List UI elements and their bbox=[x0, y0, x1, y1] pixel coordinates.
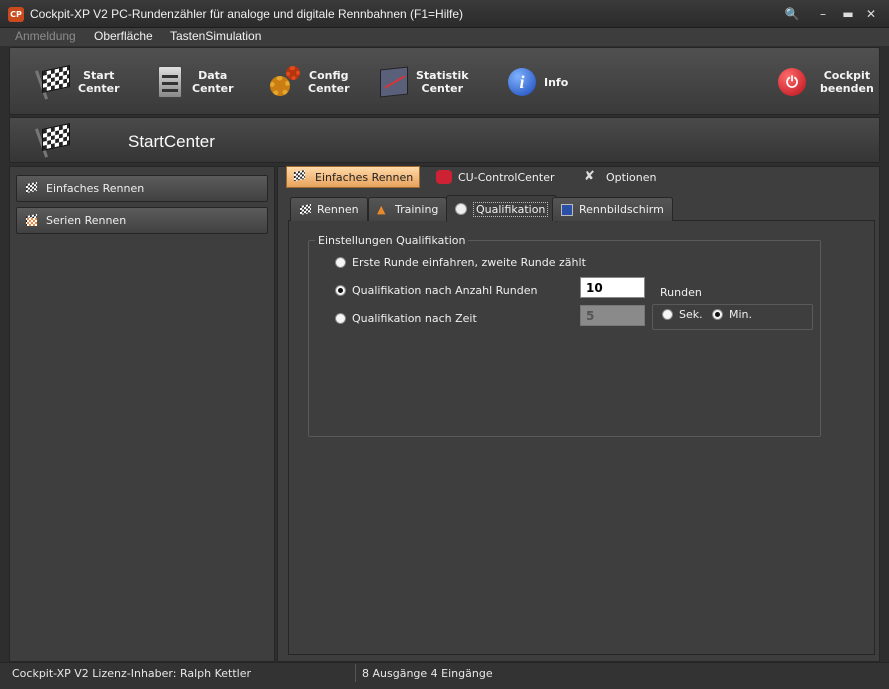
config-center-button[interactable]: Config Center bbox=[268, 58, 350, 106]
close-button[interactable]: ✕ bbox=[861, 4, 881, 24]
tab-rennen[interactable]: Rennen bbox=[290, 197, 368, 221]
monitor-icon bbox=[561, 203, 573, 216]
radio-label: Erste Runde einfahren, zweite Runde zähl… bbox=[352, 256, 586, 269]
search-icon[interactable]: 🔍 bbox=[782, 4, 802, 24]
cockpit-beenden-label-2: beenden bbox=[820, 82, 874, 95]
sidebar-item-label: Serien Rennen bbox=[46, 214, 127, 227]
tab-qualifikation[interactable]: Qualifikation bbox=[446, 195, 558, 222]
laps-input[interactable]: 10 bbox=[580, 277, 645, 298]
server-icon bbox=[152, 64, 188, 100]
minimize-button[interactable]: – bbox=[813, 4, 833, 24]
data-center-button[interactable]: Data Center bbox=[152, 58, 234, 106]
status-bar: Cockpit-XP V2 Lizenz-Inhaber: Ralph Kett… bbox=[0, 662, 889, 689]
sidebar-item-einfaches-rennen[interactable]: Einfaches Rennen bbox=[16, 175, 268, 202]
cockpit-beenden-button[interactable]: ⏻ Cockpit beenden bbox=[774, 58, 874, 106]
tab-label: CU-ControlCenter bbox=[458, 170, 555, 184]
start-center-label-1: Start bbox=[83, 69, 115, 82]
radio-dot bbox=[335, 285, 346, 296]
radio-dot bbox=[335, 257, 346, 268]
data-center-label-1: Data bbox=[198, 69, 228, 82]
tab-label: Rennbildschirm bbox=[579, 203, 664, 216]
section-header: StartCenter bbox=[9, 117, 880, 163]
menu-anmeldung[interactable]: Anmeldung bbox=[15, 29, 76, 43]
radio-sek[interactable]: Sek. bbox=[662, 308, 703, 321]
checkered-flag-icon bbox=[34, 64, 74, 100]
menu-bar: Anmeldung Oberfläche TastenSimulation bbox=[0, 28, 889, 46]
tab-label: Training bbox=[395, 203, 439, 216]
sidebar-item-label: Einfaches Rennen bbox=[46, 182, 145, 195]
tab-rennbildschirm[interactable]: Rennbildschirm bbox=[552, 197, 673, 221]
laps-unit-label: Runden bbox=[660, 286, 702, 299]
app-icon: CP bbox=[8, 7, 24, 22]
config-center-label-2: Center bbox=[308, 82, 350, 95]
tab-optionen[interactable]: ✘ Optionen bbox=[578, 166, 662, 188]
time-input[interactable]: 5 bbox=[580, 305, 645, 326]
info-icon: i bbox=[504, 64, 540, 100]
start-center-label-2: Center bbox=[78, 82, 120, 95]
gears-icon bbox=[268, 64, 304, 100]
maximize-button[interactable]: ▬ bbox=[838, 4, 858, 24]
checkered-flag-icon bbox=[25, 181, 39, 196]
radio-dot bbox=[712, 309, 723, 320]
radio-dot bbox=[335, 313, 346, 324]
menu-tastensimulation[interactable]: TastenSimulation bbox=[170, 29, 261, 43]
group-title: Einstellungen Qualifikation bbox=[315, 234, 469, 247]
title-bar: CP Cockpit-XP V2 PC-Rundenzähler für ana… bbox=[0, 0, 889, 28]
radio-min[interactable]: Min. bbox=[712, 308, 752, 321]
tab-cu-controlcenter[interactable]: CU-ControlCenter bbox=[430, 166, 561, 188]
stopwatch-icon bbox=[455, 203, 467, 215]
tools-icon: ✘ bbox=[584, 169, 595, 184]
cockpit-beenden-label-1: Cockpit bbox=[823, 69, 871, 82]
window-title: Cockpit-XP V2 PC-Rundenzähler für analog… bbox=[30, 7, 464, 21]
radio-label: Qualifikation nach Anzahl Runden bbox=[352, 284, 538, 297]
sidebar: Einfaches Rennen Serien Rennen bbox=[9, 166, 275, 662]
info-button[interactable]: i Info bbox=[504, 58, 568, 106]
statistik-center-label-1: Statistik bbox=[416, 69, 469, 82]
controller-icon bbox=[436, 170, 452, 184]
radio-label: Min. bbox=[729, 308, 753, 321]
radio-erste-runde[interactable]: Erste Runde einfahren, zweite Runde zähl… bbox=[335, 256, 586, 269]
config-center-label-1: Config bbox=[309, 69, 349, 82]
radio-dot bbox=[662, 309, 673, 320]
tab-label: Rennen bbox=[317, 203, 359, 216]
tab-label: Optionen bbox=[606, 170, 657, 184]
chart-icon bbox=[376, 64, 412, 100]
tab-label: Qualifikation bbox=[473, 201, 549, 217]
checkered-flag-icon bbox=[34, 122, 74, 158]
checkered-flag-icon bbox=[299, 203, 311, 216]
info-label: Info bbox=[544, 75, 569, 89]
radio-label: Qualifikation nach Zeit bbox=[352, 312, 477, 325]
menu-oberflaeche[interactable]: Oberfläche bbox=[94, 29, 153, 43]
checkered-flag-icon bbox=[293, 169, 309, 184]
radio-nach-zeit[interactable]: Qualifikation nach Zeit bbox=[335, 312, 477, 325]
main-toolbar: Start Center Data Center Config Center Stat… bbox=[9, 47, 880, 115]
io-status: 8 Ausgänge 4 Eingänge bbox=[362, 667, 493, 680]
data-center-label-2: Center bbox=[192, 82, 234, 95]
radio-anzahl-runden[interactable]: Qualifikation nach Anzahl Runden bbox=[335, 284, 537, 297]
runner-icon: ▲ bbox=[377, 202, 386, 216]
power-icon: ⏻ bbox=[774, 64, 810, 100]
radio-label: Sek. bbox=[679, 308, 703, 321]
statistik-center-label-2: Center bbox=[421, 82, 464, 95]
checkered-flags-icon bbox=[25, 213, 39, 228]
tab-label: Einfaches Rennen bbox=[315, 170, 414, 184]
license-status: Cockpit-XP V2 Lizenz-Inhaber: Ralph Kett… bbox=[6, 664, 356, 682]
statistik-center-button[interactable]: Statistik Center bbox=[376, 58, 469, 106]
qualification-settings-group: Einstellungen Qualifikation bbox=[308, 234, 821, 437]
page-title: StartCenter bbox=[128, 132, 215, 151]
start-center-button[interactable]: Start Center bbox=[34, 58, 120, 106]
tab-einfaches-rennen[interactable]: Einfaches Rennen bbox=[286, 166, 421, 188]
tab-training[interactable]: ▲ Training bbox=[368, 197, 448, 221]
sidebar-item-serien-rennen[interactable]: Serien Rennen bbox=[16, 207, 268, 234]
